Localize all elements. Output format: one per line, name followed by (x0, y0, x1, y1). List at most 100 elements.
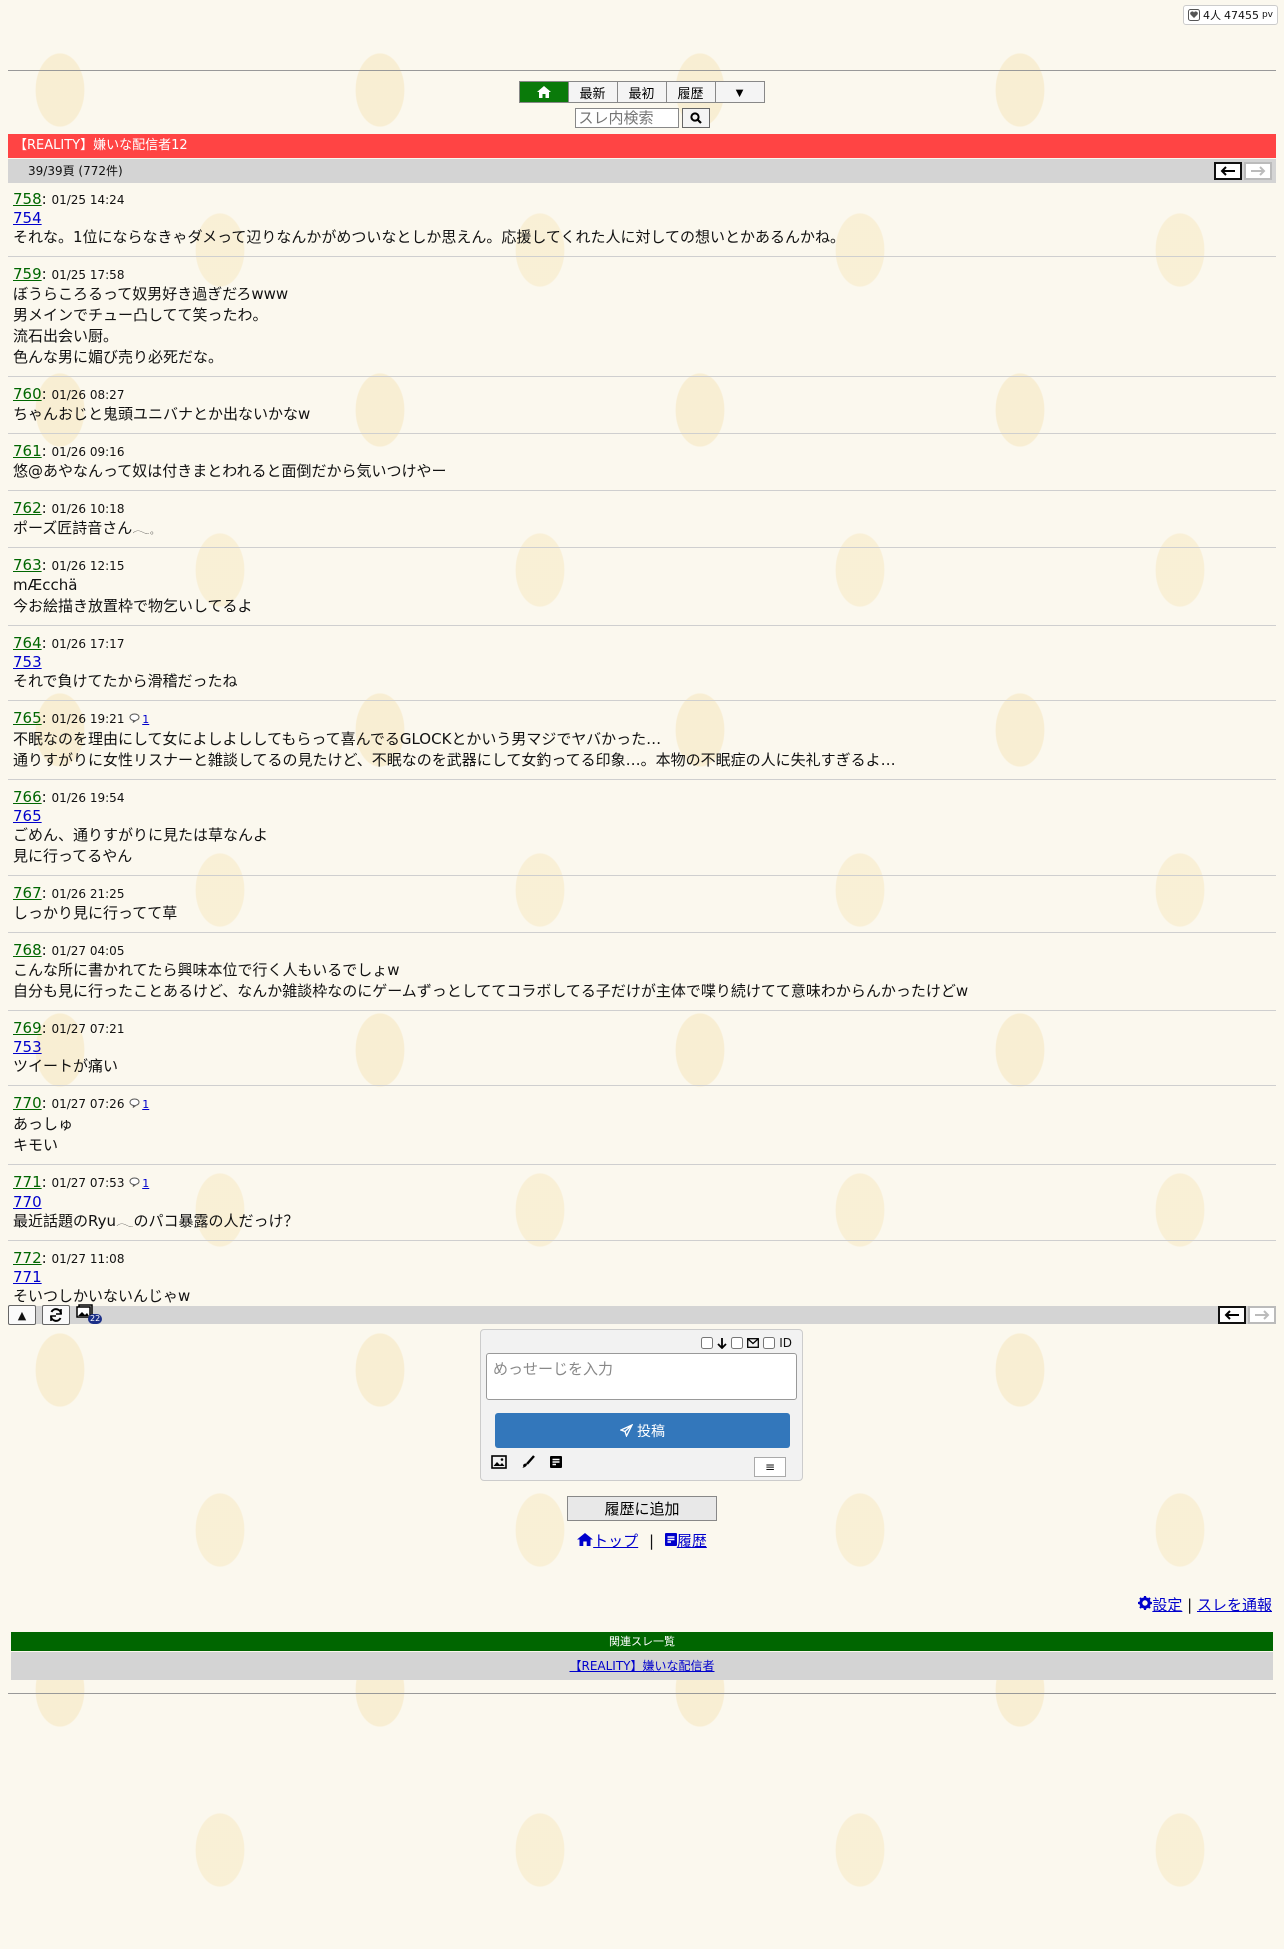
post-number-link[interactable]: 767 (13, 884, 42, 902)
submit-post-button[interactable]: 投稿 (495, 1413, 790, 1448)
reply-count-link[interactable]: 1 (142, 1177, 149, 1190)
post-number-link[interactable]: 760 (13, 385, 42, 403)
post-number-link[interactable]: 768 (13, 941, 42, 959)
related-thread-row: 【REALITY】嫌いな配信者 (11, 1652, 1273, 1680)
post-item: 762: 01/26 10:18 ポーズ匠詩音さん𓂃𓈒 (8, 499, 1276, 548)
prev-page-button[interactable] (1214, 162, 1242, 180)
post-header: 759: 01/25 17:58 (13, 265, 1271, 284)
reply-count-link[interactable]: 1 (142, 713, 149, 726)
post-body: こんな所に書かれてたら興味本位で行く人もいるでしょw 自分も見に行ったことあるけど… (13, 960, 1271, 1002)
post-line: こんな所に書かれてたら興味本位で行く人もいるでしょw (13, 961, 400, 979)
post-colon: : (41, 634, 52, 652)
scroll-top-button[interactable]: ▲ (8, 1305, 36, 1325)
paintbrush-icon[interactable] (521, 1455, 535, 1469)
top-link[interactable]: トップ (577, 1532, 638, 1550)
post-colon: : (41, 709, 52, 727)
home-button[interactable] (518, 81, 569, 103)
reload-button[interactable] (42, 1305, 70, 1325)
image-upload-icon[interactable] (491, 1455, 507, 1469)
bottom-next-page-button[interactable] (1248, 1306, 1276, 1324)
post-number-link[interactable]: 770 (13, 1094, 42, 1112)
post-line: ポーズ匠詩音さん𓂃𓈒 (13, 519, 154, 537)
post-header: 769: 01/27 07:21 (13, 1019, 1271, 1038)
post-item: 765: 01/26 19:21 1 不眠なのを理由にして女によしよししてもらって… (8, 709, 1276, 780)
post-number-link[interactable]: 759 (13, 265, 42, 283)
related-thread-link[interactable]: 【REALITY】嫌いな配信者 (569, 1659, 714, 1673)
post-date: 01/27 04:05 (51, 944, 125, 958)
reply-anchor-link[interactable]: 753 (13, 653, 1271, 671)
message-input[interactable] (486, 1353, 797, 1400)
post-number-link[interactable]: 771 (13, 1173, 42, 1191)
bottom-prev-page-button[interactable] (1218, 1306, 1246, 1324)
mail-checkbox[interactable] (731, 1337, 744, 1349)
reply-count-link[interactable]: 1 (142, 1098, 149, 1111)
post-body: そいつしかいないんじゃw (13, 1286, 1271, 1307)
post-number-link[interactable]: 764 (13, 634, 42, 652)
settings-link[interactable]: 設定 (1138, 1596, 1182, 1614)
post-line: それで負けてたから滑稽だったね (13, 672, 238, 690)
reply-anchor-link[interactable]: 754 (13, 209, 1271, 227)
arrow-left-icon (1220, 166, 1235, 176)
post-number-link[interactable]: 772 (13, 1249, 42, 1267)
arrow-left-icon (1224, 1310, 1239, 1320)
post-line: 見に行ってるやん (13, 847, 133, 865)
thread-search-input[interactable] (574, 108, 679, 128)
reply-anchor-link[interactable]: 753 (13, 1038, 1271, 1056)
page-info-bar: 39/39頁 (772件) (8, 159, 1276, 183)
settings-links: 設定 | スレを通報 (1138, 1594, 1272, 1615)
envelope-icon (747, 1338, 760, 1348)
id-checkbox[interactable] (763, 1337, 776, 1349)
post-date: 01/27 07:26 (51, 1097, 125, 1111)
post-header: 760: 01/26 08:27 (13, 385, 1271, 404)
template-icon[interactable] (549, 1455, 563, 1469)
history-link[interactable]: 履歴 (664, 1532, 707, 1550)
post-line: それな。1位にならなきゃダメって辺りなんかがめついなとしか思えん。応援してくれた… (13, 228, 845, 246)
history-button[interactable]: 履歴 (665, 81, 716, 103)
post-number-link[interactable]: 758 (13, 190, 42, 208)
arrow-right-icon (1255, 1310, 1270, 1320)
report-thread-link[interactable]: スレを通報 (1197, 1596, 1272, 1614)
post-number-link[interactable]: 766 (13, 788, 42, 806)
image-count-badge: 22 (88, 1314, 103, 1324)
post-number-link[interactable]: 769 (13, 1019, 42, 1037)
post-colon: : (41, 1249, 52, 1267)
form-tools (491, 1455, 563, 1469)
reply-anchor-link[interactable]: 771 (13, 1268, 1271, 1286)
add-to-history-button[interactable]: 履歴に追加 (567, 1496, 717, 1521)
post-item: 758: 01/25 14:24 754 それな。1位にならなきゃダメって辺りなんか… (8, 190, 1276, 257)
post-item: 761: 01/26 09:16 悠@あやなんって奴は付きまとわれると面倒だから気… (8, 442, 1276, 491)
reply-anchor-link[interactable]: 770 (13, 1193, 1271, 1211)
post-number-link[interactable]: 761 (13, 442, 42, 460)
form-menu-button[interactable]: ≡ (754, 1457, 786, 1477)
post-line: mÆcchä (13, 576, 78, 594)
post-number-link[interactable]: 765 (13, 709, 42, 727)
latest-button[interactable]: 最新 (567, 81, 618, 103)
post-line: 流石出会い厨。 (13, 327, 119, 345)
arrow-down-icon (717, 1337, 727, 1349)
next-page-button[interactable] (1244, 162, 1272, 180)
history-list-icon (664, 1533, 677, 1546)
submit-post-label: 投稿 (637, 1422, 665, 1439)
post-item: 770: 01/27 07:26 1 あっしゅ キモい (8, 1094, 1276, 1165)
post-colon: : (41, 884, 52, 902)
page-count: 39/39頁 (772件) (28, 164, 123, 178)
images-button[interactable]: 22 (76, 1304, 103, 1324)
top-nav: 最新 最初 履歴 ▼ (0, 81, 1284, 103)
post-number-link[interactable]: 762 (13, 499, 42, 517)
post-header: 758: 01/25 14:24 (13, 190, 1271, 209)
sage-checkbox[interactable] (701, 1337, 714, 1349)
post-colon: : (41, 1094, 52, 1112)
post-date: 01/27 07:53 (51, 1176, 125, 1190)
post-date: 01/25 14:24 (51, 193, 125, 207)
refresh-icon (50, 1308, 62, 1322)
search-button[interactable] (681, 108, 710, 128)
post-date: 01/27 11:08 (51, 1252, 125, 1266)
post-number-link[interactable]: 763 (13, 556, 42, 574)
reply-anchor-link[interactable]: 765 (13, 807, 1271, 825)
post-colon: : (41, 442, 52, 460)
post-line: 悠@あやなんって奴は付きまとわれると面倒だから気いつけやー (13, 462, 447, 480)
first-button[interactable]: 最初 (616, 81, 667, 103)
more-dropdown-button[interactable]: ▼ (714, 81, 765, 103)
post-line: ツイートが痛い (13, 1057, 119, 1075)
post-header: 763: 01/26 12:15 (13, 556, 1271, 575)
